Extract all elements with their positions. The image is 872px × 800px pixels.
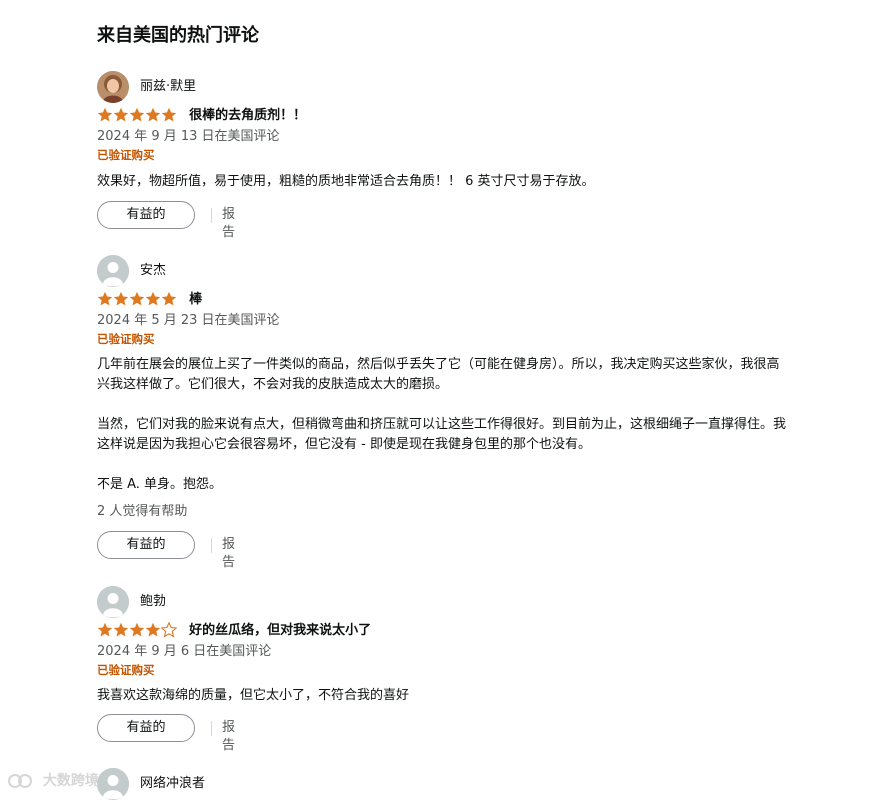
- star-rating: [97, 107, 177, 123]
- review-card: 安杰 棒 2024 年 5 月 23 日在美国评论 已验证购买 几年前在展会的展…: [97, 255, 797, 570]
- star-filled-icon: [129, 107, 145, 122]
- review-paragraph: 效果好，物超所值，易于使用，粗糙的质地非常适合去角质！！ 6 英寸尺寸易于存放。: [97, 174, 595, 189]
- star-rating: [97, 622, 177, 638]
- watermark-text: 大数跨境: [42, 773, 99, 789]
- helpful-button[interactable]: 有益的: [97, 714, 195, 742]
- default-avatar-icon[interactable]: [97, 255, 129, 287]
- avatar-photo[interactable]: [97, 71, 129, 103]
- star-filled-icon: [113, 622, 129, 637]
- reviewer-profile[interactable]: 丽兹·默里: [97, 71, 797, 103]
- verified-purchase-badge: 已验证购买: [97, 332, 155, 346]
- helpful-button[interactable]: 有益的: [97, 201, 195, 229]
- helpful-button[interactable]: 有益的: [97, 531, 195, 559]
- verified-purchase-badge: 已验证购买: [97, 663, 155, 677]
- review-title[interactable]: 好的丝瓜络，但对我来说太小了: [189, 622, 371, 639]
- watermark: 大数跨境: [8, 770, 99, 792]
- star-filled-icon: [113, 291, 129, 306]
- default-avatar-icon[interactable]: [97, 768, 129, 800]
- star-filled-icon: [129, 622, 145, 637]
- review-date: 2024 年 5 月 23 日在美国评论: [97, 313, 280, 328]
- default-avatar-icon[interactable]: [97, 586, 129, 618]
- star-filled-icon: [161, 107, 177, 122]
- review-body: 效果好，物超所值，易于使用，粗糙的质地非常适合去角质！！ 6 英寸尺寸易于存放。: [97, 172, 787, 192]
- report-link[interactable]: 报告: [222, 536, 235, 572]
- star-rating: [97, 291, 177, 307]
- review-paragraph: 当然，它们对我的脸来说有点大，但稍微弯曲和挤压就可以让这些工作得很好。到目前为止…: [97, 417, 787, 452]
- star-filled-icon: [161, 291, 177, 306]
- review-paragraph: 几年前在展会的展位上买了一件类似的商品，然后似乎丢失了它（可能在健身房）。所以，…: [97, 357, 780, 392]
- review-card: 丽兹·默里 很棒的去角质剂！！ 2024 年 9 月 13 日在美国评论 已验证…: [97, 71, 797, 240]
- review-date: 2024 年 9 月 13 日在美国评论: [97, 129, 280, 144]
- reviewer-name: 网络冲浪者: [140, 776, 206, 791]
- action-divider: [211, 538, 212, 553]
- review-paragraph: 我喜欢这款海绵的质量，但它太小了，不符合我的喜好: [97, 688, 410, 703]
- reviewer-name: 鲍勃: [140, 594, 167, 609]
- reviewer-name: 安杰: [140, 263, 167, 278]
- review-title[interactable]: 很棒的去角质剂！！: [189, 107, 306, 124]
- section-title: 来自美国的热门评论: [97, 25, 259, 46]
- review-card: 鲍勃 好的丝瓜络，但对我来说太小了 2024 年 9 月 6 日在美国评论 已验…: [97, 586, 797, 753]
- star-filled-icon: [97, 291, 113, 306]
- star-filled-icon: [113, 107, 129, 122]
- review-title-row[interactable]: 很棒的去角质剂！！: [97, 107, 306, 125]
- star-filled-icon: [97, 622, 113, 637]
- review-title-row[interactable]: 好的丝瓜络，但对我来说太小了: [97, 622, 371, 640]
- star-empty-icon: [161, 622, 177, 638]
- reviewer-profile[interactable]: 安杰: [97, 255, 797, 287]
- star-filled-icon: [129, 291, 145, 306]
- helpful-count: 2 人觉得有帮助: [97, 504, 188, 519]
- star-filled-icon: [145, 291, 161, 306]
- action-divider: [211, 208, 212, 223]
- reviewer-name: 丽兹·默里: [140, 79, 197, 94]
- reviewer-profile[interactable]: 网络冲浪者: [97, 768, 797, 800]
- report-link[interactable]: 报告: [222, 719, 235, 755]
- review-body: 我喜欢这款海绵的质量，但它太小了，不符合我的喜好: [97, 686, 787, 706]
- verified-purchase-badge: 已验证购买: [97, 148, 155, 162]
- star-filled-icon: [145, 622, 161, 637]
- review-title-row[interactable]: 棒: [97, 291, 202, 309]
- star-filled-icon: [145, 107, 161, 122]
- report-link[interactable]: 报告: [222, 206, 235, 242]
- review-title[interactable]: 棒: [189, 291, 202, 308]
- star-filled-icon: [97, 107, 113, 122]
- review-date: 2024 年 9 月 6 日在美国评论: [97, 644, 272, 659]
- reviewer-profile[interactable]: 鲍勃: [97, 586, 797, 618]
- watermark-logo-icon: [8, 774, 32, 788]
- review-body: 几年前在展会的展位上买了一件类似的商品，然后似乎丢失了它（可能在健身房）。所以，…: [97, 355, 787, 495]
- action-divider: [211, 721, 212, 736]
- review-card: 网络冲浪者: [97, 768, 797, 800]
- review-paragraph: 不是 A. 单身。抱怨。: [97, 477, 223, 492]
